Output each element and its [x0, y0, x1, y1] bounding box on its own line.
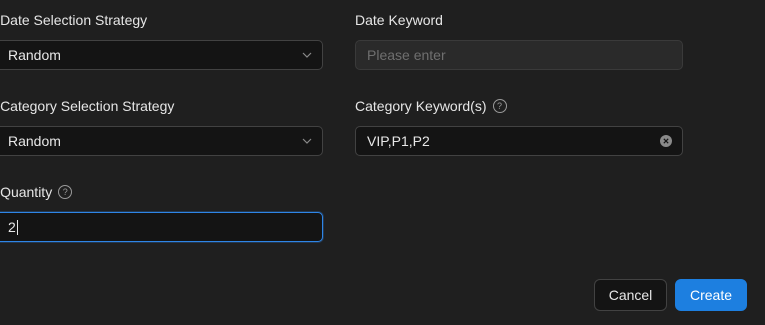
date-strategy-label: * Date Selection Strategy: [0, 10, 147, 30]
category-strategy-label: * Category Selection Strategy: [0, 96, 174, 116]
cancel-button[interactable]: Cancel: [594, 279, 667, 311]
quantity-value: 2: [8, 219, 312, 236]
quantity-label: * Quantity ?: [0, 182, 73, 202]
date-strategy-value: Random: [8, 47, 61, 63]
category-strategy-label-text: Category Selection Strategy: [0, 98, 175, 114]
create-dialog-form: * Date Selection Strategy Random Date Ke…: [0, 0, 765, 325]
quantity-input[interactable]: 2: [0, 212, 323, 242]
chevron-down-icon: [302, 50, 312, 60]
date-keyword-input[interactable]: Please enter: [355, 40, 683, 70]
category-strategy-select[interactable]: Random: [0, 126, 323, 156]
quantity-value-text: 2: [8, 218, 16, 235]
quantity-label-text: Quantity: [0, 184, 53, 200]
date-strategy-select[interactable]: Random: [0, 40, 323, 70]
date-strategy-label-text: Date Selection Strategy: [0, 12, 148, 28]
date-keyword-placeholder: Please enter: [367, 47, 446, 63]
category-keywords-input[interactable]: VIP,P1,P2: [355, 126, 683, 156]
date-keyword-label-text: Date Keyword: [355, 12, 443, 28]
question-circle-icon[interactable]: ?: [492, 99, 507, 113]
category-keywords-label: Category Keyword(s) ?: [355, 96, 507, 116]
category-strategy-value: Random: [8, 133, 61, 149]
category-keywords-value: VIP,P1,P2: [367, 133, 430, 149]
text-cursor: [16, 220, 18, 236]
question-circle-icon[interactable]: ?: [58, 185, 73, 199]
category-keywords-label-text: Category Keyword(s): [355, 98, 487, 114]
create-button[interactable]: Create: [675, 279, 747, 311]
date-keyword-label: Date Keyword: [355, 10, 443, 30]
chevron-down-icon: [302, 136, 312, 146]
clear-circle-icon[interactable]: [660, 135, 672, 147]
